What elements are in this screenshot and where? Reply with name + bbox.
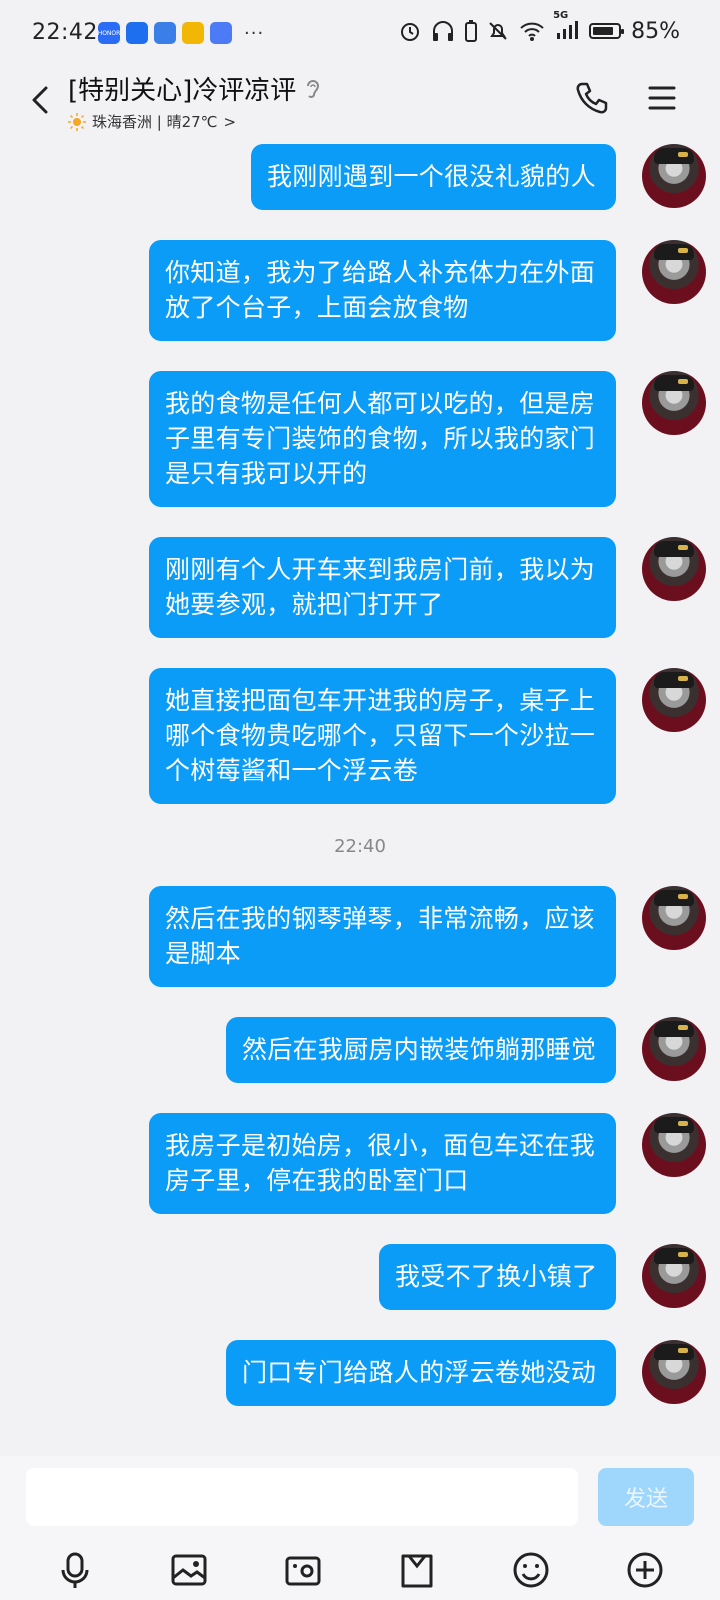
message-bubble[interactable]: 然后在我的钢琴弹琴，非常流畅，应该 是脚本 bbox=[149, 886, 616, 987]
message-bubble[interactable]: 门口专门给路人的浮云卷她没动 bbox=[226, 1340, 616, 1406]
back-arrow-icon bbox=[32, 86, 48, 114]
avatar[interactable] bbox=[642, 1340, 706, 1404]
headphones-icon bbox=[433, 21, 454, 41]
chat-header: [特别关心]冷评凉评 珠海香洲 | 晴27℃ > bbox=[0, 66, 720, 136]
phone-icon bbox=[576, 82, 608, 114]
message-timestamp: 22:40 bbox=[334, 836, 386, 857]
status-time: 22:42 bbox=[32, 20, 98, 45]
avatar[interactable] bbox=[642, 537, 706, 601]
message-bubble[interactable]: 我房子是初始房，很小，面包车还在我 房子里，停在我的卧室门口 bbox=[149, 1113, 616, 1214]
avatar[interactable] bbox=[642, 1244, 706, 1308]
feather-app-icon bbox=[126, 22, 148, 44]
camera-icon bbox=[285, 1556, 321, 1586]
voice-button[interactable] bbox=[53, 1548, 97, 1592]
message-bubble[interactable]: 我受不了换小镇了 bbox=[379, 1244, 616, 1310]
sun-icon bbox=[68, 112, 86, 131]
more-notifications-icon: ··· bbox=[244, 22, 265, 44]
emoji-button[interactable] bbox=[509, 1548, 553, 1592]
mute-bell-icon bbox=[489, 22, 507, 40]
emoji-icon bbox=[513, 1552, 549, 1588]
avatar[interactable] bbox=[642, 1113, 706, 1177]
menu-button[interactable] bbox=[642, 78, 682, 118]
avatar[interactable] bbox=[642, 144, 706, 208]
phone-battery-icon bbox=[465, 20, 478, 42]
input-bar: 发送 bbox=[0, 1456, 720, 1600]
status-indicators: 5G 85% bbox=[399, 10, 680, 44]
chat-title-area[interactable]: [特别关心]冷评凉评 珠海香洲 | 晴27℃ > bbox=[68, 70, 322, 132]
message-bubble[interactable]: 刚刚有个人开车来到我房门前，我以为 她要参观，就把门打开了 bbox=[149, 537, 616, 638]
camera-button[interactable] bbox=[281, 1548, 325, 1592]
avatar[interactable] bbox=[642, 240, 706, 304]
status-bar: 22:42 HONOR ··· 5G 85% bbox=[0, 0, 720, 66]
wallet-app-icon bbox=[154, 22, 176, 44]
battery-icon bbox=[589, 23, 625, 39]
message-bubble[interactable]: 你知道，我为了给路人补充体力在外面 放了个台子，上面会放食物 bbox=[149, 240, 616, 341]
image-button[interactable] bbox=[167, 1548, 211, 1592]
message-input[interactable] bbox=[26, 1468, 578, 1526]
message-bubble[interactable]: 她直接把面包车开进我的房子，桌子上 哪个食物贵吃哪个，只留下一个沙拉一 个树莓酱… bbox=[149, 668, 616, 804]
signal-indicator: 5G bbox=[553, 10, 579, 44]
chrome-app-icon bbox=[182, 22, 204, 44]
message-bubble[interactable]: 我刚刚遇到一个很没礼貌的人 bbox=[251, 144, 616, 210]
chat-title-row: [特别关心]冷评凉评 bbox=[68, 70, 322, 107]
wifi-icon bbox=[520, 22, 544, 41]
signal-icon bbox=[557, 21, 579, 39]
message-list[interactable]: 我刚刚遇到一个很没礼貌的人你知道，我为了给路人补充体力在外面 放了个台子，上面会… bbox=[0, 136, 720, 1456]
avatar[interactable] bbox=[642, 1017, 706, 1081]
network-label: 5G bbox=[553, 10, 569, 21]
back-button[interactable] bbox=[22, 78, 62, 122]
avatar[interactable] bbox=[642, 371, 706, 435]
toolbar bbox=[0, 1548, 720, 1592]
call-button[interactable] bbox=[572, 78, 612, 118]
mic-icon bbox=[61, 1552, 89, 1588]
ear-icon bbox=[307, 79, 320, 98]
alarm-icon bbox=[401, 23, 420, 41]
music-app-icon bbox=[210, 22, 232, 44]
send-button[interactable]: 发送 bbox=[598, 1468, 694, 1526]
honor-app-icon: HONOR bbox=[98, 22, 120, 44]
header-actions bbox=[572, 78, 682, 118]
avatar[interactable] bbox=[642, 886, 706, 950]
message-bubble[interactable]: 我的食物是任何人都可以吃的，但是房 子里有专门装饰的食物，所以我的家门 是只有我… bbox=[149, 371, 616, 507]
message-bubble[interactable]: 然后在我厨房内嵌装饰躺那睡觉 bbox=[226, 1017, 616, 1083]
chevron-right-icon: > bbox=[223, 112, 237, 131]
location-weather: 珠海香洲 | 晴27℃ bbox=[92, 113, 218, 131]
plus-icon bbox=[627, 1552, 663, 1588]
file-button[interactable] bbox=[395, 1548, 439, 1592]
battery-percent: 85% bbox=[631, 18, 680, 44]
folder-icon bbox=[401, 1554, 433, 1588]
image-icon bbox=[171, 1554, 207, 1586]
chat-title: [特别关心]冷评凉评 bbox=[68, 76, 297, 106]
more-button[interactable] bbox=[623, 1548, 667, 1592]
avatar[interactable] bbox=[642, 668, 706, 732]
battery-fill bbox=[593, 27, 614, 35]
status-app-icons: HONOR ··· bbox=[98, 22, 264, 44]
location-weather-row[interactable]: 珠海香洲 | 晴27℃ > bbox=[68, 111, 322, 132]
menu-icon bbox=[648, 86, 676, 110]
